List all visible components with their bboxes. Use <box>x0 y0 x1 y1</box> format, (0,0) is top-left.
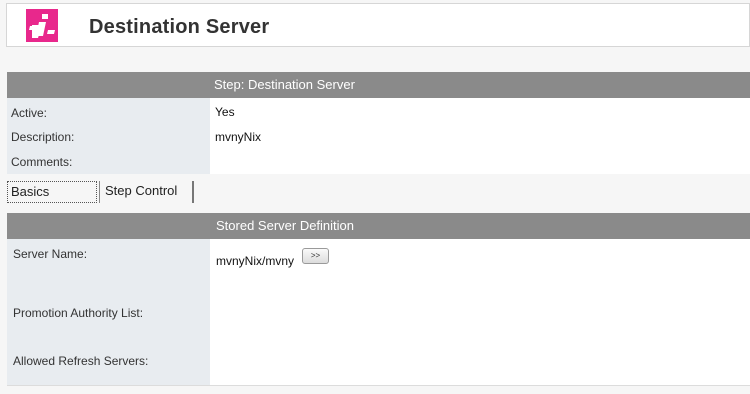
active-value: Yes <box>215 105 235 119</box>
page-header: Destination Server <box>6 3 750 47</box>
browse-server-button[interactable]: >> <box>302 248 329 264</box>
step-value-column <box>210 98 750 174</box>
step-section-title: Step: Destination Server <box>214 77 355 92</box>
step-section-header: Step: Destination Server <box>7 72 750 98</box>
server-section-header: Stored Server Definition <box>7 213 750 239</box>
server-name-value: mvnyNix/mvny <box>216 254 295 268</box>
server-name-label: Server Name: <box>13 247 88 261</box>
server-section-title: Stored Server Definition <box>216 218 355 233</box>
description-label: Description: <box>11 130 75 144</box>
active-label: Active: <box>11 106 48 120</box>
description-value: mvnyNix <box>215 130 262 144</box>
comments-label: Comments: <box>11 155 73 169</box>
section-divider <box>7 385 750 386</box>
tab-step-control[interactable]: Step Control <box>99 181 194 203</box>
info-icon <box>26 9 58 42</box>
promotion-authority-label: Promotion Authority List: <box>13 306 144 320</box>
page-title: Destination Server <box>89 16 270 38</box>
tab-basics[interactable]: Basics <box>7 181 97 203</box>
allowed-refresh-label: Allowed Refresh Servers: <box>13 354 149 368</box>
